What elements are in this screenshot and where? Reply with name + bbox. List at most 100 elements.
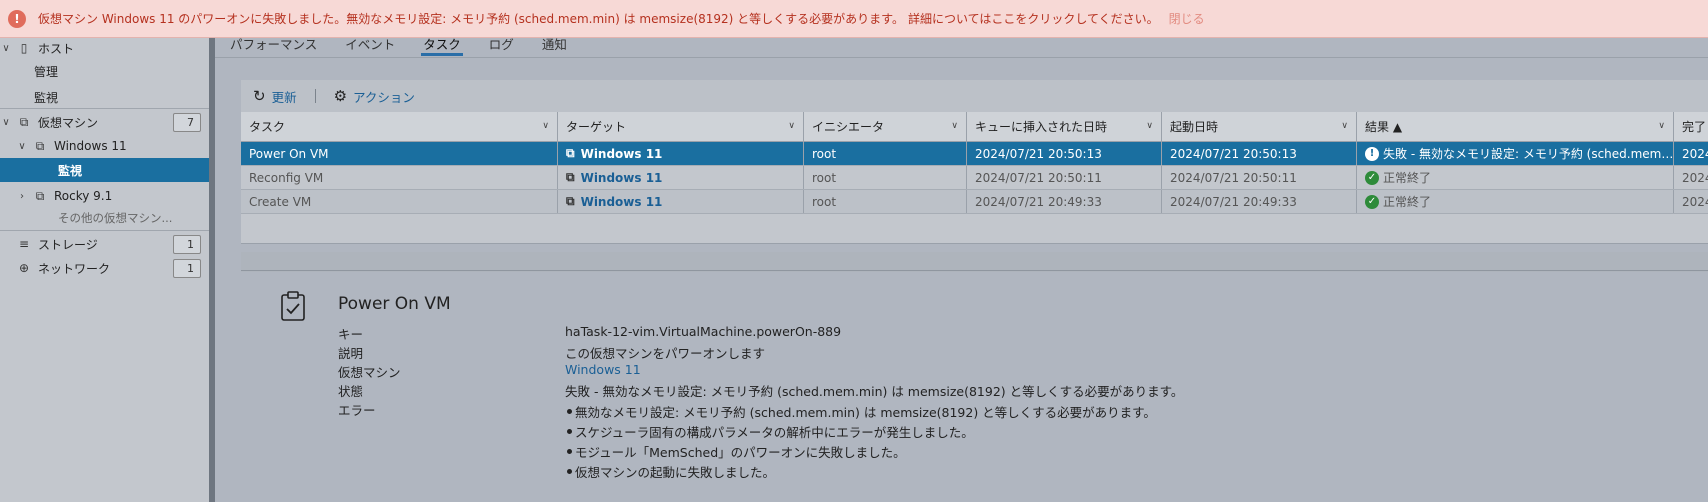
chevron-down-icon[interactable]: ∨: [1658, 121, 1665, 131]
actions-button[interactable]: ⚙ アクション: [334, 87, 415, 106]
cell-initiator: root: [804, 142, 967, 165]
chevron-down-icon[interactable]: ∨: [16, 141, 28, 152]
storage-count-badge: 1: [173, 235, 201, 254]
chevron-down-icon[interactable]: ∨: [1146, 121, 1153, 131]
nav-network[interactable]: ⊕ ネットワーク 1: [0, 256, 209, 280]
table-row[interactable]: Power On VM ⧉ Windows 11 root 2024/07/21 …: [241, 142, 1708, 166]
nav-vms[interactable]: ∨ ⧉ 仮想マシン 7: [0, 110, 209, 134]
nav-monitor-label: 監視: [34, 90, 59, 105]
nav-more-vms[interactable]: その他の仮想マシン...: [0, 206, 209, 230]
cell-result: ! 失敗 - 無効なメモリ設定: メモリ予約 (sched.mem…: [1357, 142, 1674, 165]
gear-icon: ⚙: [333, 87, 348, 105]
value-key: haTask-12-vim.VirtualMachine.powerOn-889: [565, 324, 842, 339]
task-details-panel: Power On VM キー haTask-12-vim.VirtualMach…: [241, 272, 1708, 502]
cell-started: 2024/07/21 20:50:11: [1162, 166, 1357, 189]
chevron-down-icon[interactable]: ∨: [1341, 121, 1348, 131]
label-description: 説明: [338, 346, 364, 361]
col-initiator[interactable]: イニシエータ ∨: [804, 112, 967, 141]
label-key: キー: [338, 327, 364, 342]
nav-manage[interactable]: 管理: [0, 59, 209, 83]
refresh-icon: ↻: [253, 87, 266, 105]
vms-count-badge: 7: [173, 113, 201, 132]
error-message: 仮想マシン Windows 11 のパワーオンに失敗しました。無効なメモリ設定:…: [38, 12, 904, 26]
host-icon: ▯: [20, 41, 28, 55]
cell-started: 2024/07/21 20:49:33: [1162, 190, 1357, 213]
label-error: エラー: [338, 403, 376, 418]
refresh-button[interactable]: ↻ 更新: [253, 87, 297, 106]
cell-result: ✓ 正常終了: [1357, 190, 1674, 213]
nav-storage[interactable]: ≡ ストレージ 1: [0, 232, 209, 256]
chevron-down-icon[interactable]: ∨: [0, 117, 12, 128]
nav-vm-windows11-label: Windows 11: [54, 139, 127, 153]
nav-manage-label: 管理: [34, 64, 59, 79]
nav-vm-rocky[interactable]: › ⧉ Rocky 9.1: [0, 184, 209, 208]
cell-queued: 2024/07/21 20:50:11: [967, 166, 1162, 189]
pane-divider: [241, 270, 1708, 271]
col-target[interactable]: ターゲット ∨: [558, 112, 804, 141]
vm-icon: ⧉: [19, 114, 29, 129]
target-link[interactable]: ⧉ Windows 11: [566, 194, 662, 209]
clipboard-icon: [281, 291, 305, 321]
cell-queued: 2024/07/21 20:49:33: [967, 190, 1162, 213]
col-initiator-label: イニシエータ: [812, 120, 885, 134]
value-vm-link[interactable]: Windows 11: [565, 362, 641, 377]
navigator-sidebar: ∨ ▯ ホスト 管理 監視 ∨ ⧉ 仮想マシン 7 ∨ ⧉ Windows 11…: [0, 38, 215, 502]
nav-vm-windows11[interactable]: ∨ ⧉ Windows 11: [0, 134, 209, 158]
list-item: 仮想マシンの起動に失敗しました。: [565, 461, 1156, 481]
list-item: モジュール「MemSched」のパワーオンに失敗しました。: [565, 441, 1156, 461]
cell-result: ✓ 正常終了: [1357, 166, 1674, 189]
col-result-label: 結果 ▲: [1365, 120, 1403, 134]
nav-host-label: ホスト: [38, 41, 75, 56]
vm-icon: ⧉: [566, 170, 575, 184]
nav-vm-monitor-selected[interactable]: 監視: [0, 158, 209, 182]
cell-target: ⧉ Windows 11: [558, 190, 804, 213]
col-completed-label: 完了: [1682, 120, 1707, 134]
tasks-toolbar: ↻ 更新 ⚙ アクション: [241, 80, 1708, 112]
chevron-down-icon[interactable]: ∨: [951, 121, 958, 131]
nav-storage-label: ストレージ: [38, 237, 98, 252]
cell-initiator: root: [804, 166, 967, 189]
target-label: Windows 11: [580, 146, 663, 161]
col-completed[interactable]: 完了: [1674, 112, 1708, 141]
table-header: タスク ∨ ターゲット ∨ イニシエータ ∨ キューに挿入された日時 ∨ 起動日時 ∨ 結…: [241, 112, 1708, 142]
nav-host[interactable]: ∨ ▯ ホスト: [0, 36, 209, 60]
pane-splitter[interactable]: [241, 252, 1708, 272]
col-queued[interactable]: キューに挿入された日時 ∨: [967, 112, 1162, 141]
error-details-link[interactable]: 詳細についてはここをクリックしてください。: [908, 10, 1159, 27]
nav-divider: [0, 108, 209, 109]
nav-divider: [0, 230, 209, 231]
target-link[interactable]: ⧉ Windows 11: [566, 146, 662, 161]
nav-vm-monitor-label: 監視: [58, 163, 83, 178]
col-task[interactable]: タスク ∨: [241, 112, 558, 141]
chevron-down-icon[interactable]: ∨: [788, 121, 795, 131]
col-task-label: タスク: [249, 120, 286, 134]
target-label: Windows 11: [580, 170, 663, 185]
banner-close-button[interactable]: 閉じる: [1169, 10, 1205, 27]
col-result[interactable]: 結果 ▲ ∨: [1357, 112, 1674, 141]
cell-completed: 2024: [1682, 146, 1708, 161]
result-label: 失敗 - 無効なメモリ設定: メモリ予約 (sched.mem…: [1383, 147, 1674, 161]
cell-completed: 2024: [1682, 170, 1708, 185]
chevron-right-icon[interactable]: ›: [16, 191, 28, 202]
list-item: 無効なメモリ設定: メモリ予約 (sched.mem.min) は memsiz…: [565, 401, 1156, 421]
target-link[interactable]: ⧉ Windows 11: [566, 170, 662, 185]
col-queued-label: キューに挿入された日時: [975, 120, 1108, 134]
cell-target: ⧉ Windows 11: [558, 142, 804, 165]
tasks-table: タスク ∨ ターゲット ∨ イニシエータ ∨ キューに挿入された日時 ∨ 起動日時 ∨ 結…: [241, 112, 1708, 244]
toolbar-divider: [314, 89, 316, 103]
chevron-down-icon[interactable]: ∨: [542, 121, 549, 131]
error-banner: ! 仮想マシン Windows 11 のパワーオンに失敗しました。無効なメモリ設…: [0, 0, 1708, 38]
network-count-badge: 1: [173, 259, 201, 278]
tabs-underline: [215, 57, 1708, 58]
result-label: 正常終了: [1383, 171, 1432, 185]
table-row[interactable]: Create VM ⧉ Windows 11 root 2024/07/21 20…: [241, 190, 1708, 214]
table-row[interactable]: Reconfig VM ⧉ Windows 11 root 2024/07/21 …: [241, 166, 1708, 190]
error-icon: !: [1365, 146, 1379, 161]
storage-icon: ≡: [18, 237, 30, 251]
value-description: この仮想マシンをパワーオンします: [565, 346, 766, 361]
col-started[interactable]: 起動日時 ∨: [1162, 112, 1357, 141]
check-icon: ✓: [1365, 170, 1379, 185]
chevron-down-icon[interactable]: ∨: [0, 43, 12, 54]
list-item: スケジューラ固有の構成パラメータの解析中にエラーが発生しました。: [565, 421, 1156, 441]
nav-monitor[interactable]: 監視: [0, 85, 209, 109]
